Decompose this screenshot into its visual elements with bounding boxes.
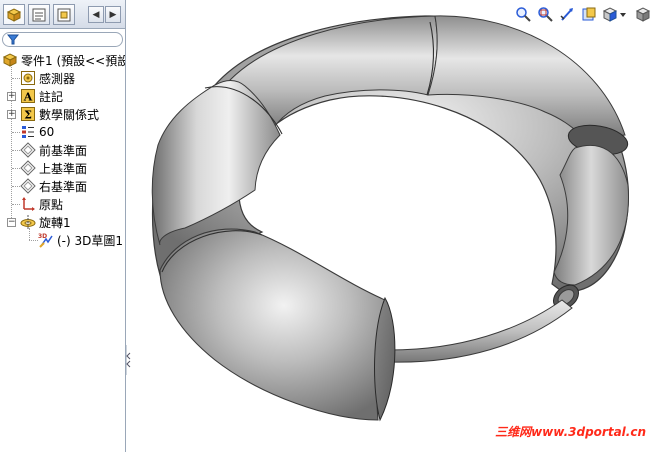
- watermark-text: 三维网www.3dportal.cn: [495, 425, 646, 439]
- section-view-button[interactable]: [580, 5, 598, 23]
- left-lower-tube-segment: [159, 228, 386, 421]
- tree-item-label: 右基準面: [39, 179, 88, 194]
- chevron-left-icon: ◀: [92, 9, 100, 20]
- display-style-button[interactable]: [634, 5, 652, 23]
- tree-item-label: 感測器: [39, 71, 76, 86]
- torus-model: [151, 15, 630, 422]
- tree-branch: [12, 204, 20, 205]
- feature-manager-icon: [6, 7, 22, 22]
- tree-branch: [12, 168, 20, 169]
- scroll-tabs-right-button[interactable]: ▶: [105, 6, 121, 23]
- zoom-to-fit-button[interactable]: [514, 5, 532, 23]
- zoom-to-fit-icon: [516, 7, 531, 22]
- graphics-viewport[interactable]: [126, 0, 660, 452]
- svg-text:Σ: Σ: [24, 109, 32, 122]
- tree-item-material[interactable]: 60: [20, 123, 54, 141]
- property-manager-tab[interactable]: [28, 4, 50, 25]
- tree-item-label: 數學關係式: [39, 107, 100, 122]
- chevron-right-icon: ▶: [109, 9, 117, 20]
- tree-item-label: 60: [39, 125, 55, 139]
- collapse-revolve-toggle[interactable]: −: [7, 218, 16, 227]
- previous-view-button[interactable]: [558, 5, 576, 23]
- zoom-to-area-button[interactable]: [536, 5, 554, 23]
- sensor-icon: [20, 70, 36, 86]
- svg-text:A: A: [23, 91, 33, 104]
- tree-item-origin[interactable]: 原點: [20, 195, 63, 213]
- thin-rod-segment: [387, 299, 573, 363]
- tree-item-label: 旋轉1: [39, 215, 71, 230]
- tree-item-label: (-) 3D草圖1: [57, 233, 124, 248]
- tree-item-label: 上基準面: [39, 161, 88, 176]
- equations-icon: Σ: [20, 106, 36, 122]
- section-view-icon: [582, 7, 596, 21]
- tree-item-label: 原點: [39, 197, 64, 212]
- tree-branch: [29, 240, 38, 241]
- property-manager-icon: [32, 8, 46, 21]
- tree-guide-line: [29, 228, 30, 240]
- part-icon: [2, 52, 18, 68]
- revolve-icon: [20, 214, 36, 230]
- tree-branch: [12, 78, 20, 79]
- zoom-to-area-icon: [538, 7, 553, 22]
- plane-icon: [20, 178, 36, 194]
- feature-manager-panel: ◀ ▶ 零件1 (預設<<預設 感測器 + A 註記 + Σ 數學關係式 60 …: [0, 0, 126, 452]
- expand-equations-toggle[interactable]: +: [7, 110, 16, 119]
- tree-item-sensors[interactable]: 感測器: [20, 69, 75, 87]
- tree-item-top-plane[interactable]: 上基準面: [20, 159, 87, 177]
- tree-filter-input[interactable]: [2, 32, 123, 47]
- tree-branch: [12, 150, 20, 151]
- tree-item-label: 前基準面: [39, 143, 88, 158]
- scroll-tabs-left-button[interactable]: ◀: [88, 6, 104, 23]
- origin-icon: [20, 196, 36, 212]
- tree-item-annotations[interactable]: A 註記: [20, 87, 63, 105]
- tree-item-right-plane[interactable]: 右基準面: [20, 177, 87, 195]
- material-icon: [20, 124, 36, 140]
- configuration-manager-tab[interactable]: [53, 4, 75, 25]
- filter-icon: [7, 34, 19, 45]
- tree-item-front-plane[interactable]: 前基準面: [20, 141, 87, 159]
- feature-manager-tab[interactable]: [3, 4, 25, 25]
- tree-root-label: 零件1 (預設<<預設: [21, 53, 126, 68]
- view-orientation-icon: [602, 7, 626, 22]
- plane-icon: [20, 160, 36, 176]
- tree-item-label: 註記: [39, 89, 64, 104]
- tree-item-3d-sketch[interactable]: 3D (-) 3D草圖1: [38, 231, 123, 249]
- previous-view-icon: [560, 8, 573, 21]
- tree-item-revolve[interactable]: 旋轉1: [20, 213, 71, 231]
- display-style-icon: [635, 7, 651, 22]
- tree-root-part[interactable]: 零件1 (預設<<預設: [2, 51, 126, 69]
- tree-branch: [12, 132, 20, 133]
- 3d-sketch-icon: 3D: [38, 232, 54, 248]
- configuration-icon: [57, 8, 71, 21]
- plane-icon: [20, 142, 36, 158]
- tree-item-equations[interactable]: Σ 數學關係式: [20, 105, 99, 123]
- view-orientation-button[interactable]: [602, 5, 628, 23]
- panel-tab-bar: ◀ ▶: [0, 0, 125, 29]
- annotation-icon: A: [20, 88, 36, 104]
- tree-guide-line: [11, 60, 12, 226]
- tree-branch: [12, 186, 20, 187]
- expand-annotations-toggle[interactable]: +: [7, 92, 16, 101]
